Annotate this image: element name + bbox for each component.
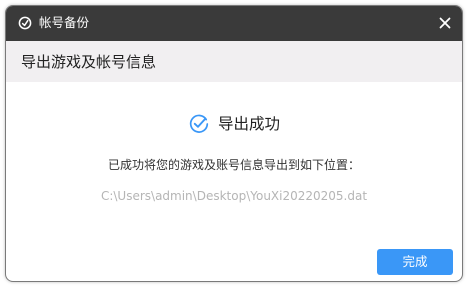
page-title: 导出游戏及帐号信息 [21, 53, 157, 71]
export-location-message: 已成功将您的游戏及账号信息导出到如下位置： [107, 158, 360, 172]
backup-dialog: 帐号备份 导出游戏及帐号信息 导出成功 已成功将您的游戏及账号信息导出到如下位置… [5, 5, 463, 282]
done-button[interactable]: 完成 [377, 249, 453, 275]
status-row: 导出成功 [6, 112, 462, 136]
export-file-path: C:\Users\admin\Desktop\YouXi20220205.dat [100, 189, 368, 203]
refresh-circle-icon [18, 16, 32, 30]
title-bar: 帐号备份 [6, 6, 462, 41]
header-bar: 导出游戏及帐号信息 [6, 41, 462, 82]
status-text: 导出成功 [217, 115, 280, 133]
checkmark-circle-icon [189, 114, 209, 133]
dialog-body: 导出成功 已成功将您的游戏及账号信息导出到如下位置： C:\Users\admi… [6, 82, 462, 281]
window-title: 帐号备份 [39, 15, 90, 30]
close-icon[interactable] [437, 15, 453, 31]
status-container: 导出成功 [188, 112, 280, 136]
